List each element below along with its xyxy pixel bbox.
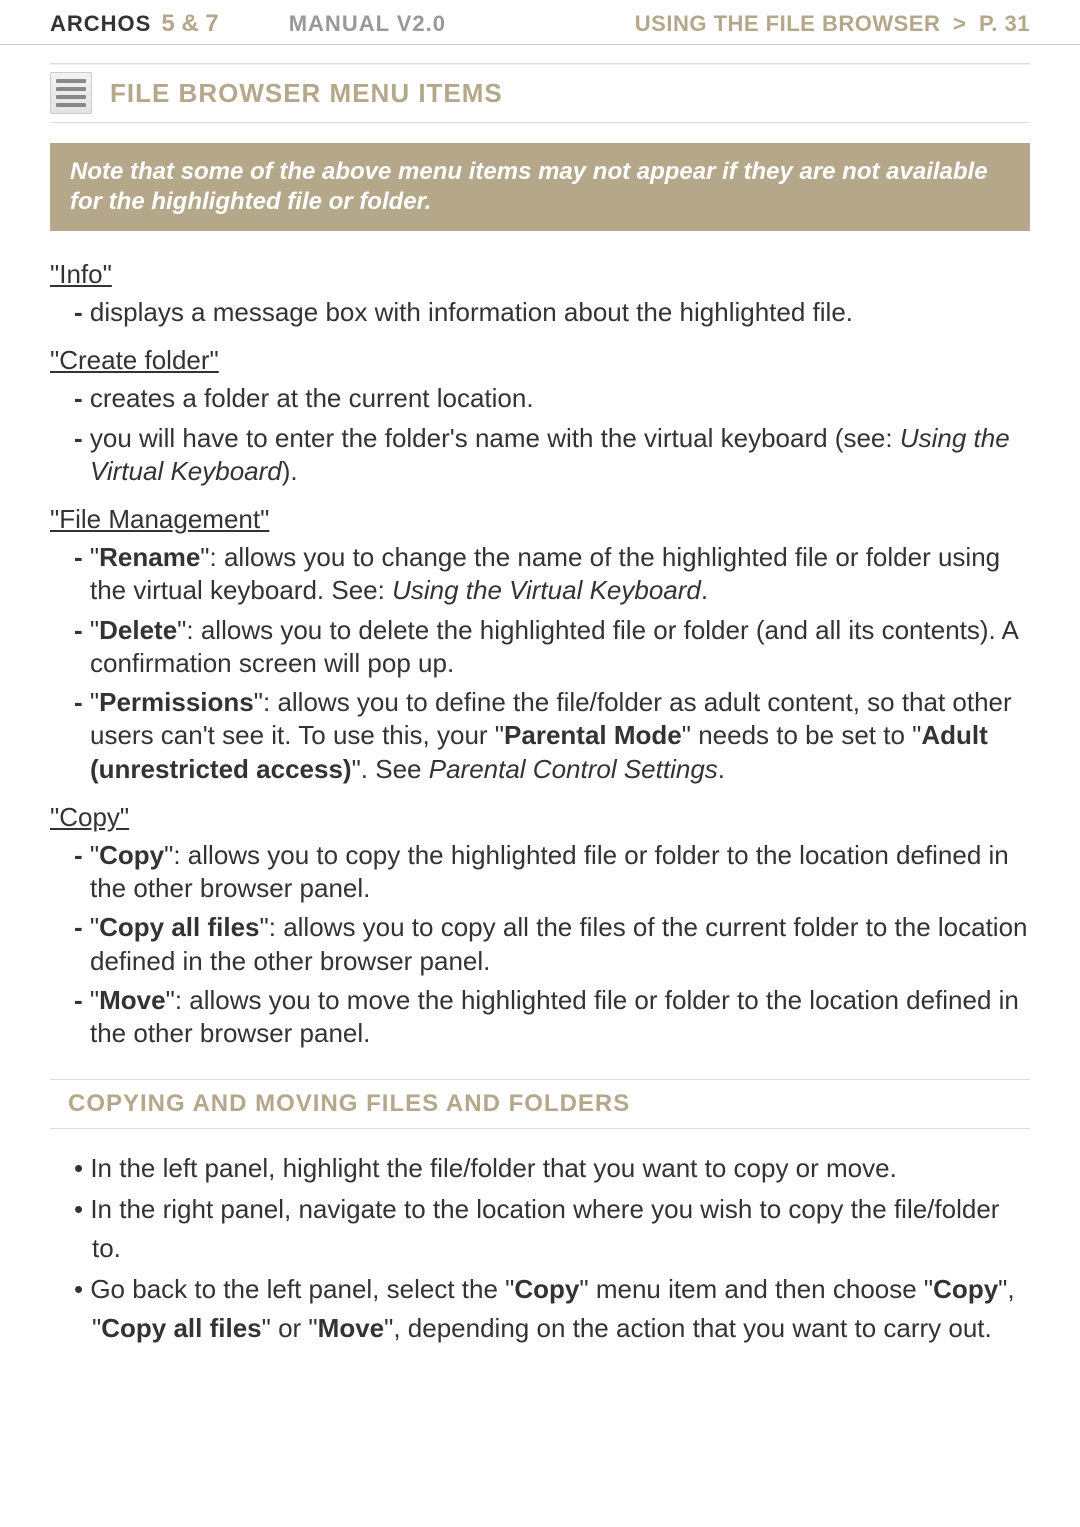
list-item: displays a message box with information … [62,296,1030,329]
list-item: "Copy": allows you to copy the highlight… [62,839,1030,906]
list-item: creates a folder at the current location… [62,382,1030,415]
copy-list: "Copy": allows you to copy the highlight… [50,839,1030,1051]
breadcrumb-location: USING THE FILE BROWSER [635,11,941,36]
list-item: "Delete": allows you to delete the highl… [62,614,1030,681]
brand-model: 5 & 7 [161,10,218,38]
section-title: FILE BROWSER MENU ITEMS [110,78,503,109]
list-item: "Copy all files": allows you to copy all… [62,911,1030,978]
list-item: Go back to the left panel, select the "C… [58,1270,1030,1348]
create-folder-list: creates a folder at the current location… [50,382,1030,488]
brand-name: ARCHOS [50,11,151,37]
menu-heading-info: "Info" [50,259,1030,290]
sub-section-title: COPYING AND MOVING FILES AND FOLDERS [68,1090,1030,1118]
page-number: P. 31 [979,11,1030,36]
list-item: In the left panel, highlight the file/fo… [58,1149,1030,1188]
section-heading-copying-moving: COPYING AND MOVING FILES AND FOLDERS [50,1079,1030,1129]
section-heading-file-browser-menu: FILE BROWSER MENU ITEMS [50,63,1030,123]
list-item: "Rename": allows you to change the name … [62,541,1030,608]
header-location: USING THE FILE BROWSER > P. 31 [635,11,1030,37]
menu-heading-file-management: "File Management" [50,504,1030,535]
steps-list: In the left panel, highlight the file/fo… [50,1149,1030,1348]
note-box: Note that some of the above menu items m… [50,143,1030,231]
menu-icon [50,72,92,114]
menu-heading-copy: "Copy" [50,802,1030,833]
manual-version: MANUAL V2.0 [289,11,446,37]
menu-heading-create-folder: "Create folder" [50,345,1030,376]
file-management-list: "Rename": allows you to change the name … [50,541,1030,786]
breadcrumb-separator: > [953,11,966,36]
list-item: In the right panel, navigate to the loca… [58,1190,1030,1268]
list-item: "Move": allows you to move the highlight… [62,984,1030,1051]
page-header: ARCHOS 5 & 7 MANUAL V2.0 USING THE FILE … [0,0,1080,45]
header-left: ARCHOS 5 & 7 MANUAL V2.0 [50,10,446,38]
list-item: you will have to enter the folder's name… [62,422,1030,489]
list-item: "Permissions": allows you to define the … [62,686,1030,786]
info-list: displays a message box with information … [50,296,1030,329]
